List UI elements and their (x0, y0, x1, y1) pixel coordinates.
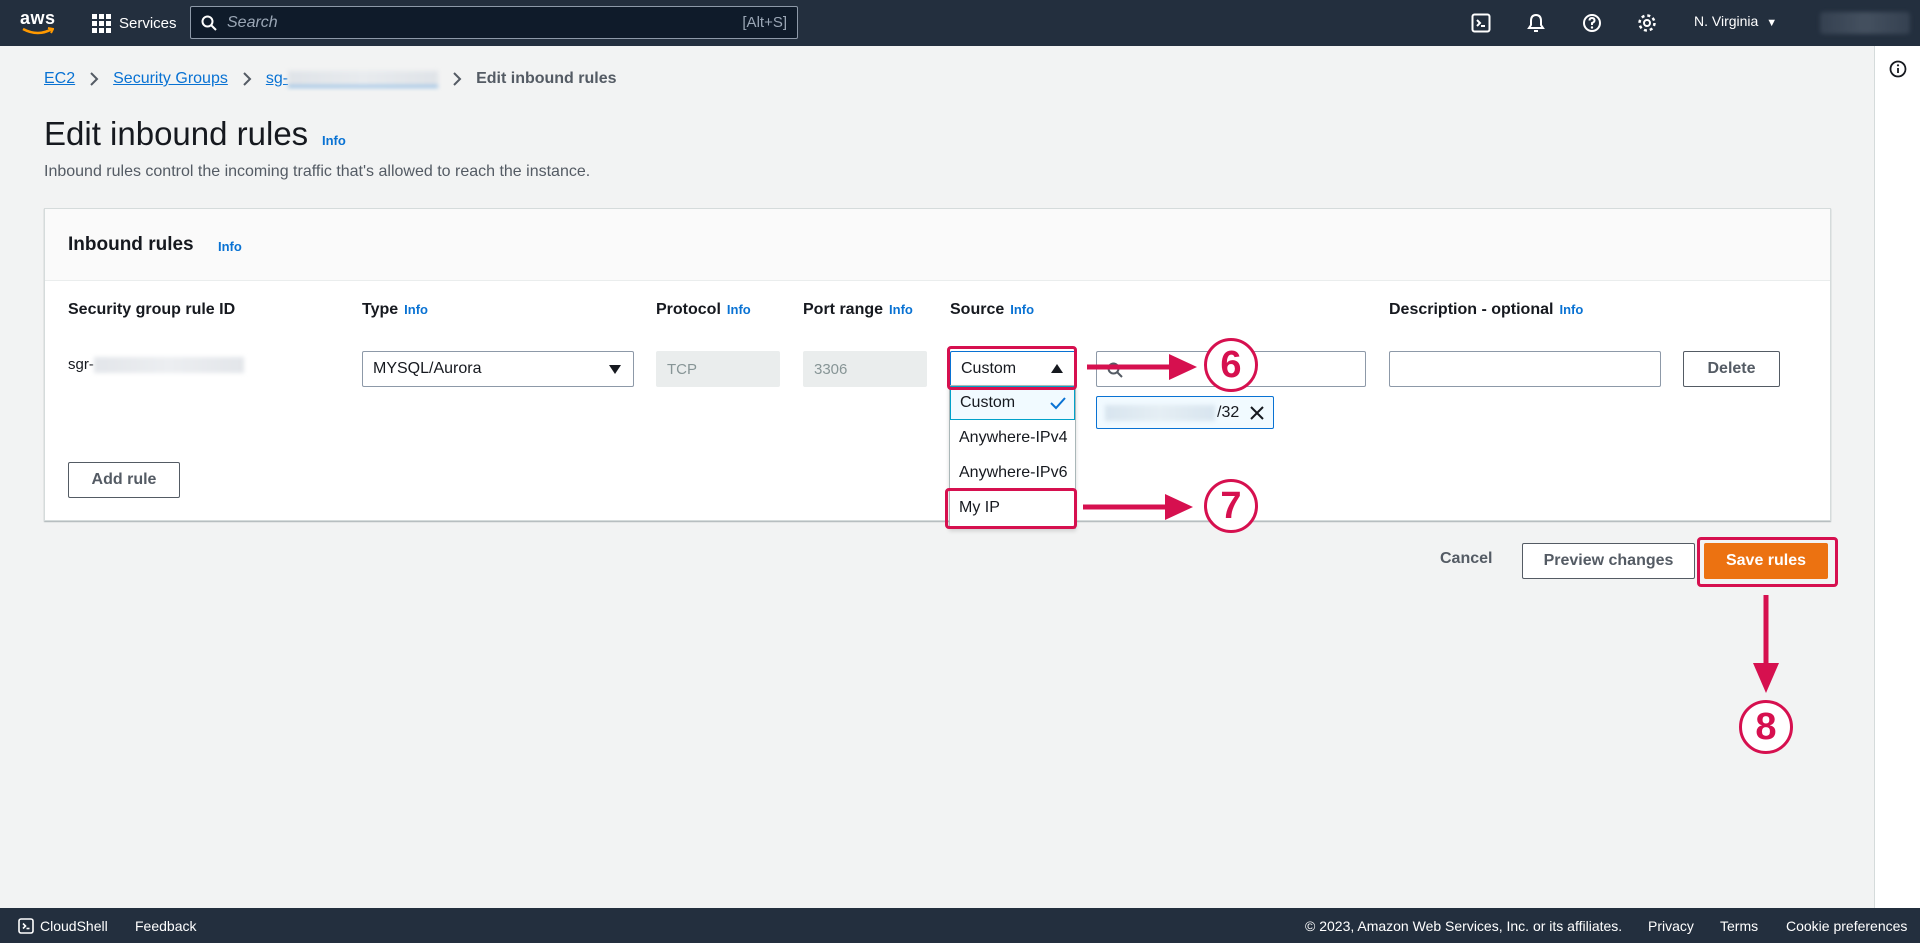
help-icon[interactable] (1581, 12, 1603, 34)
caret-up-icon (1051, 364, 1063, 373)
page-info-link[interactable]: Info (322, 133, 346, 148)
option-my-ip[interactable]: My IP (950, 491, 1075, 525)
column-type: Type Info (362, 301, 428, 319)
cloudshell-icon (18, 918, 34, 934)
delete-rule-button[interactable]: Delete (1683, 351, 1780, 387)
step-7-badge: 7 (1204, 479, 1258, 533)
add-rule-button[interactable]: Add rule (68, 462, 180, 498)
inbound-rules-container: Inbound rules Info Security group rule I… (44, 208, 1831, 521)
cookie-preferences-link[interactable]: Cookie preferences (1786, 918, 1907, 934)
check-icon (1050, 397, 1066, 410)
description-info-link[interactable]: Info (1559, 302, 1583, 317)
chevron-down-icon: ▼ (1766, 17, 1778, 29)
feedback-link[interactable]: Feedback (135, 918, 196, 934)
chevron-right-icon (242, 72, 252, 86)
redacted-ip (1105, 404, 1215, 421)
source-dropdown: Custom Anywhere-IPv4 Anywhere-IPv6 My IP (949, 385, 1076, 529)
container-info-link[interactable]: Info (218, 239, 242, 254)
privacy-link[interactable]: Privacy (1648, 918, 1694, 934)
column-protocol-label: Protocol (656, 301, 721, 318)
redacted-id (288, 70, 439, 87)
breadcrumb-current: Edit inbound rules (476, 70, 617, 87)
source-select-value: Custom (961, 360, 1017, 377)
terms-link[interactable]: Terms (1720, 918, 1758, 934)
protocol-field: TCP (656, 351, 780, 387)
caret-down-icon (609, 365, 621, 374)
arrow-right-icon (1087, 354, 1197, 380)
search-input[interactable] (217, 13, 743, 32)
cloudshell-label: CloudShell (40, 918, 108, 934)
step-6-badge: 6 (1204, 338, 1258, 392)
grid-icon (92, 13, 111, 33)
container-title: Inbound rules (68, 234, 194, 255)
aws-smile-icon (22, 27, 54, 35)
column-source-label: Source (950, 301, 1005, 318)
description-input[interactable] (1389, 351, 1661, 387)
cidr-token: /32 (1096, 396, 1274, 429)
aws-logo[interactable]: aws (20, 8, 56, 36)
rule-id-value: sgr- (68, 356, 244, 374)
option-anywhere-ipv6[interactable]: Anywhere-IPv6 (950, 456, 1075, 490)
page-description: Inbound rules control the incoming traff… (44, 163, 591, 180)
container-header: Inbound rules Info (45, 209, 1830, 281)
cloudshell-icon[interactable] (1470, 12, 1492, 34)
bottom-bar: CloudShell Feedback © 2023, Amazon Web S… (0, 908, 1920, 943)
save-rules-button[interactable]: Save rules (1704, 543, 1828, 579)
column-port-range: Port range Info (803, 301, 913, 319)
breadcrumb-security-group-id[interactable]: sg- (265, 70, 439, 88)
breadcrumb-security-groups[interactable]: Security Groups (113, 70, 228, 88)
breadcrumb-sg-prefix: sg- (265, 70, 289, 87)
cloudshell-button[interactable]: CloudShell (18, 918, 108, 934)
source-select[interactable]: Custom (950, 351, 1076, 387)
arrow-right-icon (1083, 494, 1193, 520)
column-description-label: Description - optional (1389, 301, 1554, 318)
arrow-down-icon (1753, 595, 1779, 693)
column-description: Description - optional Info (1389, 301, 1583, 319)
region-selector[interactable]: N. Virginia ▼ (1694, 13, 1777, 29)
search-shortcut: [Alt+S] (742, 14, 787, 31)
protocol-info-link[interactable]: Info (727, 302, 751, 317)
gear-icon[interactable] (1636, 12, 1658, 34)
redacted-rule-id (93, 357, 244, 374)
search-bar[interactable]: [Alt+S] (190, 6, 798, 39)
rule-id-prefix: sgr- (68, 356, 94, 373)
type-select[interactable]: MYSQL/Aurora (362, 351, 634, 387)
right-rail (1874, 46, 1920, 908)
bell-icon[interactable] (1525, 12, 1547, 34)
services-label: Services (119, 14, 177, 32)
column-port-range-label: Port range (803, 301, 884, 318)
option-custom[interactable]: Custom (950, 386, 1075, 420)
aws-logo-text: aws (20, 8, 56, 28)
source-info-link[interactable]: Info (1010, 302, 1034, 317)
option-custom-label: Custom (960, 394, 1016, 411)
chevron-right-icon (89, 72, 99, 86)
info-circle-icon[interactable] (1889, 60, 1907, 78)
type-select-value: MYSQL/Aurora (373, 360, 482, 377)
region-label: N. Virginia (1694, 13, 1759, 29)
option-anywhere-ipv4[interactable]: Anywhere-IPv4 (950, 421, 1075, 455)
search-icon (201, 15, 217, 31)
column-type-label: Type (362, 301, 399, 318)
copyright-text: © 2023, Amazon Web Services, Inc. or its… (1305, 918, 1623, 934)
account-menu[interactable] (1820, 12, 1910, 34)
top-navigation: aws Services [Alt+S] N. Virginia ▼ (0, 0, 1920, 46)
chevron-right-icon (452, 72, 462, 86)
column-protocol: Protocol Info (656, 301, 751, 319)
cidr-suffix: /32 (1217, 403, 1240, 421)
port-info-link[interactable]: Info (889, 302, 913, 317)
cancel-button[interactable]: Cancel (1440, 550, 1492, 568)
column-source: Source Info (950, 301, 1034, 319)
type-info-link[interactable]: Info (404, 302, 428, 317)
port-range-field: 3306 (803, 351, 927, 387)
page-title: Edit inbound rules (44, 115, 309, 152)
column-rule-id: Security group rule ID (68, 301, 236, 318)
close-icon[interactable] (1249, 405, 1265, 421)
breadcrumb-ec2[interactable]: EC2 (44, 70, 75, 88)
preview-changes-button[interactable]: Preview changes (1522, 543, 1695, 579)
services-menu[interactable]: Services (92, 12, 177, 34)
breadcrumb: EC2 Security Groups sg- Edit inbound rul… (44, 70, 617, 88)
step-8-badge: 8 (1739, 700, 1793, 754)
